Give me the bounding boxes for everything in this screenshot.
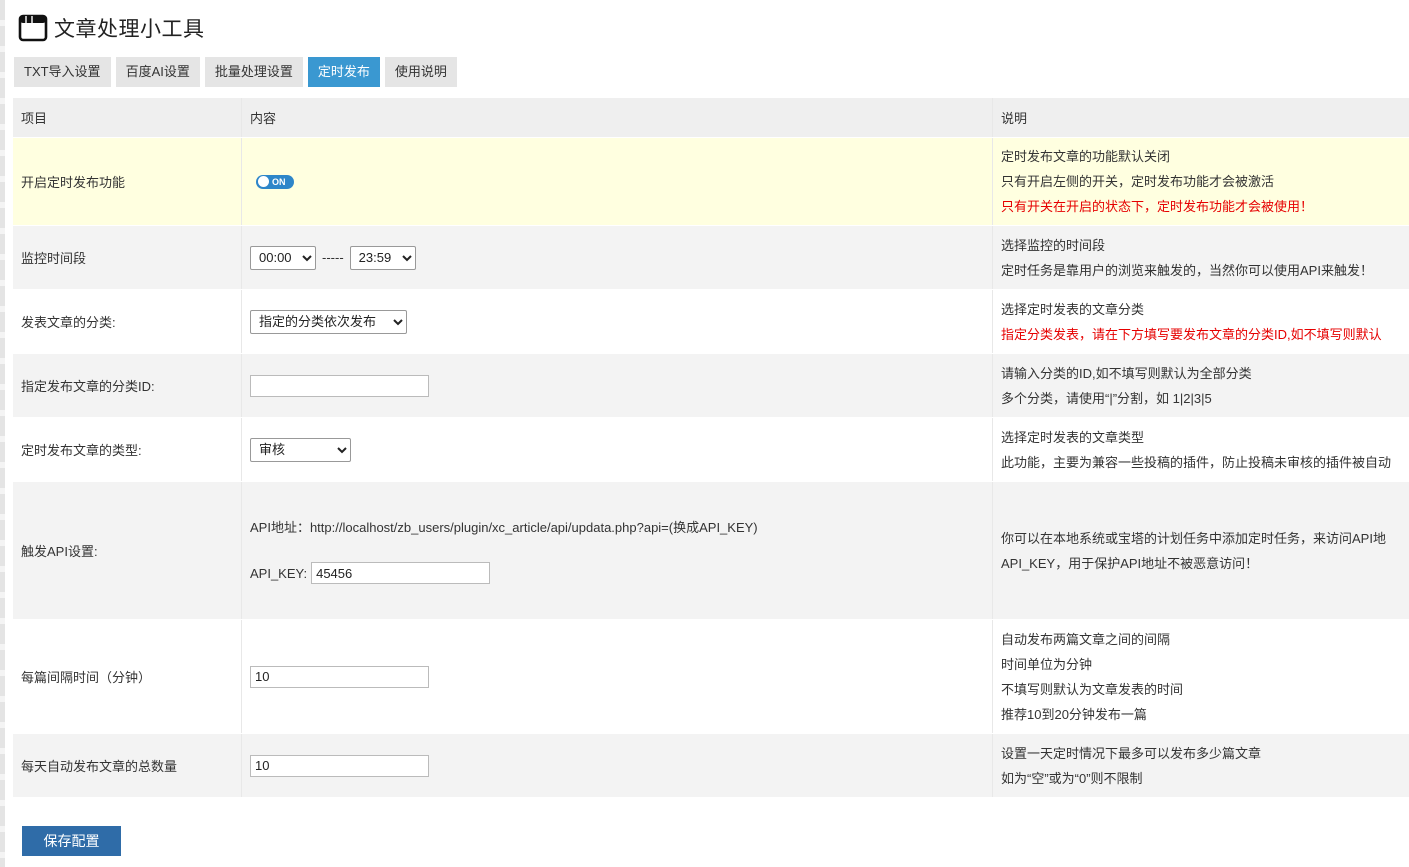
row-label: 定时发布文章的类型:: [21, 443, 142, 458]
row-content: ON: [241, 138, 992, 225]
row-content: API地址：http://localhost/zb_users/plugin/x…: [241, 482, 992, 619]
tab-scheduled-publish[interactable]: 定时发布: [307, 57, 380, 87]
header-description: 说明: [992, 98, 1409, 137]
table-row: 每天自动发布文章的总数量 设置一天定时情况下最多可以发布多少篇文章 如为“空”或…: [13, 734, 1409, 798]
interval-input[interactable]: [250, 665, 429, 688]
api-key-group: API_KEY:: [250, 562, 758, 584]
note-line: 时间单位为分钟: [1001, 656, 1093, 672]
row-notes: 你可以在本地系统或宝塔的计划任务中添加定时任务，来访问API地 API_KEY，…: [992, 482, 1409, 619]
row-notes: 设置一天定时情况下最多可以发布多少篇文章 如为“空”或为“0”则不限制: [992, 734, 1409, 797]
header-content: 内容: [241, 98, 992, 137]
daily-total-input[interactable]: [250, 754, 429, 777]
window-icon: [18, 14, 48, 42]
header-item: 项目: [21, 111, 48, 126]
row-label: 发表文章的分类:: [21, 315, 116, 330]
tab-baidu-ai[interactable]: 百度AI设置: [115, 57, 200, 87]
row-content: 审核: [241, 418, 992, 481]
table-header-row: 项目 内容 说明: [13, 98, 1409, 138]
row-label: 每篇间隔时间（分钟）: [21, 670, 152, 685]
table-row: 监控时间段 00:00 ----- 23:59 选择监控的时间段 定时任务是靠用…: [13, 226, 1409, 290]
row-label: 指定发布文章的分类ID:: [21, 379, 155, 394]
row-notes: 自动发布两篇文章之间的间隔 时间单位为分钟 不填写则默认为文章发表的时间 推荐1…: [992, 620, 1409, 733]
api-key-input[interactable]: [311, 562, 491, 584]
note-line-warning: 指定分类发表，请在下方填写要发布文章的分类ID,如不填写则默认: [1001, 326, 1382, 342]
row-label: 触发API设置:: [21, 544, 98, 559]
api-key-label: API_KEY:: [250, 565, 308, 581]
save-config-button[interactable]: 保存配置: [22, 826, 121, 856]
row-content: [241, 734, 992, 797]
category-id-input[interactable]: [250, 374, 429, 397]
toggle-text: ON: [272, 176, 286, 187]
note-line-warning: 只有开关在开启的状态下，定时发布功能才会被使用！: [1001, 199, 1314, 214]
note-line: 自动发布两篇文章之间的间隔: [1001, 631, 1171, 647]
note-line: 你可以在本地系统或宝塔的计划任务中添加定时任务，来访问API地: [1001, 530, 1386, 546]
row-notes: 定时发布文章的功能默认关闭 只有开启左侧的开关，定时发布功能才会被激活 只有开关…: [992, 138, 1409, 225]
row-label: 监控时间段: [21, 251, 87, 266]
note-line: 只有开启左侧的开关，定时发布功能才会被激活: [1001, 174, 1275, 189]
post-status-select[interactable]: 审核: [250, 437, 351, 462]
row-content: 指定的分类依次发布: [241, 290, 992, 353]
tab-txt-import[interactable]: TXT导入设置: [14, 57, 111, 87]
settings-table: 项目 内容 说明 开启定时发布功能 ON 定时发布文章的功能默认关闭 只有开启左…: [13, 98, 1409, 798]
page: 文章处理小工具 TXT导入设置 百度AI设置 批量处理设置 定时发布 使用说明 …: [0, 0, 1409, 867]
row-notes: 选择监控的时间段 定时任务是靠用户的浏览来触发的，当然你可以使用API来触发！: [992, 226, 1409, 289]
row-label: 每天自动发布文章的总数量: [21, 759, 178, 774]
table-row: 定时发布文章的类型: 审核 选择定时发表的文章类型 此功能，主要为兼容一些投稿的…: [13, 418, 1409, 482]
end-time-select[interactable]: 23:59: [349, 245, 416, 270]
tab-instructions[interactable]: 使用说明: [384, 57, 457, 87]
note-line: 选择监控的时间段: [1001, 237, 1106, 253]
note-line: 请输入分类的ID,如不填写则默认为全部分类: [1001, 365, 1252, 381]
note-line: 推荐10到20分钟发布一篇: [1001, 706, 1147, 722]
api-settings: API地址：http://localhost/zb_users/plugin/x…: [250, 517, 758, 584]
tab-batch[interactable]: 批量处理设置: [204, 57, 303, 87]
note-line: 选择定时发表的文章类型: [1001, 429, 1145, 445]
row-content: 00:00 ----- 23:59: [241, 226, 992, 289]
table-row: 指定发布文章的分类ID: 请输入分类的ID,如不填写则默认为全部分类 多个分类，…: [13, 354, 1409, 418]
row-label: 开启定时发布功能: [21, 175, 126, 190]
tab-bar: TXT导入设置 百度AI设置 批量处理设置 定时发布 使用说明: [14, 57, 462, 87]
note-line: API_KEY，用于保护API地址不被恶意访问！: [1001, 555, 1259, 571]
row-content: [241, 620, 992, 733]
row-notes: 请输入分类的ID,如不填写则默认为全部分类 多个分类，请使用“|”分割，如 1|…: [992, 354, 1409, 417]
note-line: 此功能，主要为兼容一些投稿的插件，防止投稿未审核的插件被自动: [1001, 454, 1392, 470]
page-header: 文章处理小工具: [18, 10, 205, 46]
table-row: 发表文章的分类: 指定的分类依次发布 选择定时发表的文章分类 指定分类发表，请在…: [13, 290, 1409, 354]
row-content: [241, 354, 992, 417]
note-line: 如为“空”或为“0”则不限制: [1001, 770, 1143, 786]
category-mode-select[interactable]: 指定的分类依次发布: [250, 309, 407, 334]
time-separator: -----: [322, 250, 344, 265]
note-line: 多个分类，请使用“|”分割，如 1|2|3|5: [1001, 390, 1212, 406]
note-line: 选择定时发表的文章分类: [1001, 301, 1145, 317]
row-notes: 选择定时发表的文章分类 指定分类发表，请在下方填写要发布文章的分类ID,如不填写…: [992, 290, 1409, 353]
note-line: 定时任务是靠用户的浏览来触发的，当然你可以使用API来触发！: [1001, 262, 1373, 278]
page-title: 文章处理小工具: [54, 18, 205, 41]
table-row: 开启定时发布功能 ON 定时发布文章的功能默认关闭 只有开启左侧的开关，定时发布…: [13, 138, 1409, 226]
table-row: 触发API设置: API地址：http://localhost/zb_users…: [13, 482, 1409, 620]
toggle-knob: [258, 176, 269, 187]
enable-schedule-toggle[interactable]: ON: [256, 174, 294, 189]
note-line: 不填写则默认为文章发表的时间: [1001, 681, 1184, 697]
note-line: 定时发布文章的功能默认关闭: [1001, 149, 1171, 164]
note-line: 设置一天定时情况下最多可以发布多少篇文章: [1001, 745, 1262, 761]
row-notes: 选择定时发表的文章类型 此功能，主要为兼容一些投稿的插件，防止投稿未审核的插件被…: [992, 418, 1409, 481]
table-row: 每篇间隔时间（分钟） 自动发布两篇文章之间的间隔 时间单位为分钟 不填写则默认为…: [13, 620, 1409, 734]
api-url-text: API地址：http://localhost/zb_users/plugin/x…: [250, 520, 758, 535]
start-time-select[interactable]: 00:00: [250, 245, 316, 270]
left-edge-strip: [0, 0, 5, 867]
